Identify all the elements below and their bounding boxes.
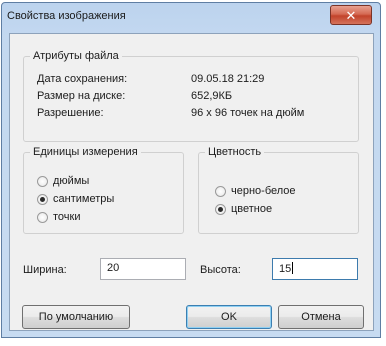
- image-properties-dialog: Свойства изображения ✕ Атрибуты файла Да…: [1, 2, 381, 338]
- radio-button[interactable]: [37, 211, 48, 223]
- radio-button[interactable]: [37, 175, 48, 187]
- color-legend: Цветность: [205, 146, 265, 158]
- units-legend: Единицы измерения: [30, 146, 141, 158]
- title-bar[interactable]: Свойства изображения ✕: [2, 3, 380, 33]
- units-inches-label: дюймы: [53, 175, 90, 187]
- ok-button[interactable]: OK: [186, 305, 272, 329]
- height-value: 15: [279, 263, 292, 275]
- units-pixels-option[interactable]: точки: [37, 211, 80, 223]
- file-attributes-legend: Атрибуты файла: [30, 50, 122, 62]
- radio-button[interactable]: [215, 185, 226, 197]
- units-pixels-label: точки: [53, 211, 81, 223]
- height-label: Высота:: [200, 264, 241, 276]
- color-color-option[interactable]: цветное: [215, 203, 272, 215]
- width-input[interactable]: 20: [100, 258, 186, 280]
- window-title: Свойства изображения: [7, 10, 126, 22]
- color-group: Цветность черно-белое цветное: [198, 146, 359, 234]
- disk-size-label: Размер на диске:: [37, 90, 126, 102]
- units-centimeters-label: сантиметры: [53, 193, 115, 205]
- resolution-label: Разрешение:: [37, 107, 104, 119]
- date-saved-value: 09.05.18 21:29: [191, 73, 265, 85]
- text-caret: [292, 262, 294, 274]
- units-centimeters-option[interactable]: сантиметры: [37, 193, 114, 205]
- units-group: Единицы измерения дюймы сантиметры точки: [23, 146, 184, 234]
- default-button[interactable]: По умолчанию: [22, 305, 130, 329]
- close-button[interactable]: ✕: [330, 5, 372, 25]
- color-bw-label: черно-белое: [231, 185, 296, 197]
- file-attributes-group: Атрибуты файла Дата сохранения: 09.05.18…: [23, 50, 359, 142]
- color-bw-option[interactable]: черно-белое: [215, 185, 296, 197]
- height-input[interactable]: 15: [272, 258, 358, 280]
- width-label: Ширина:: [23, 264, 67, 276]
- disk-size-value: 652,9КБ: [191, 90, 233, 102]
- radio-button-checked[interactable]: [37, 193, 48, 205]
- date-saved-label: Дата сохранения:: [37, 73, 128, 85]
- cancel-button[interactable]: Отмена: [278, 305, 364, 329]
- color-color-label: цветное: [231, 203, 273, 215]
- dialog-body: Атрибуты файла Дата сохранения: 09.05.18…: [9, 33, 374, 331]
- width-value: 20: [107, 262, 120, 274]
- close-icon: ✕: [345, 7, 357, 23]
- resolution-value: 96 x 96 точек на дюйм: [191, 107, 305, 119]
- units-inches-option[interactable]: дюймы: [37, 175, 89, 187]
- radio-button-checked[interactable]: [215, 203, 226, 215]
